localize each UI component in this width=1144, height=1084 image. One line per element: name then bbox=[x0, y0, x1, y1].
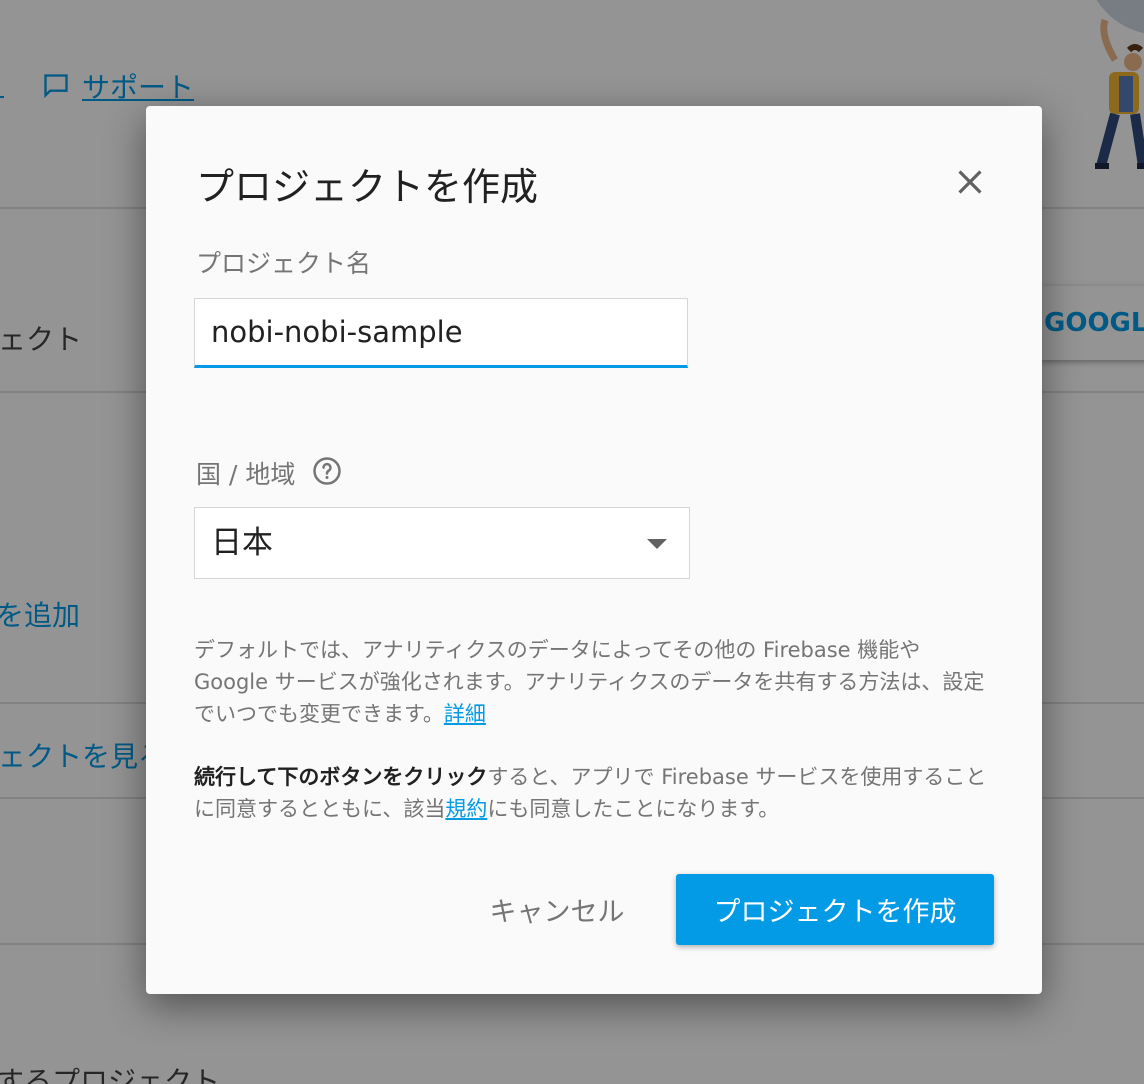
create-project-dialog: プロジェクトを作成 プロジェクト名 国 / 地域 日本 デフォルトでは、 bbox=[146, 106, 1042, 994]
country-select-value: 日本 bbox=[211, 525, 273, 561]
country-label: 国 / 地域 bbox=[196, 460, 296, 489]
close-icon bbox=[958, 170, 982, 194]
terms-notice-text-end: にも同意したことになります。 bbox=[487, 797, 780, 821]
project-name-field[interactable] bbox=[194, 298, 688, 368]
page: サポート ェクト GOOGLE を追加 ェクトを見る するプロジェクト プロジェ… bbox=[0, 0, 1144, 1084]
terms-link[interactable]: 規約 bbox=[445, 797, 487, 821]
create-project-button[interactable]: プロジェクトを作成 bbox=[676, 874, 994, 945]
dialog-title: プロジェクトを作成 bbox=[196, 165, 539, 209]
terms-notice: 続行して下のボタンをクリックすると、アプリで Firebase サービスを使用す… bbox=[194, 761, 998, 825]
terms-notice-bold: 続行して下のボタンをクリック bbox=[194, 765, 488, 789]
help-button[interactable] bbox=[312, 456, 342, 486]
caret-down-icon bbox=[647, 539, 667, 549]
close-button[interactable] bbox=[944, 156, 996, 208]
cancel-button[interactable]: キャンセル bbox=[468, 874, 646, 944]
analytics-notice-text: デフォルトでは、アナリティクスのデータによってその他の Firebase 機能や… bbox=[194, 638, 985, 726]
help-circle-icon bbox=[313, 457, 341, 485]
country-select[interactable]: 日本 bbox=[194, 507, 690, 579]
analytics-notice: デフォルトでは、アナリティクスのデータによってその他の Firebase 機能や… bbox=[194, 634, 998, 730]
project-name-input[interactable] bbox=[195, 299, 687, 365]
learn-more-link[interactable]: 詳細 bbox=[444, 702, 486, 726]
project-name-label: プロジェクト名 bbox=[196, 249, 372, 278]
